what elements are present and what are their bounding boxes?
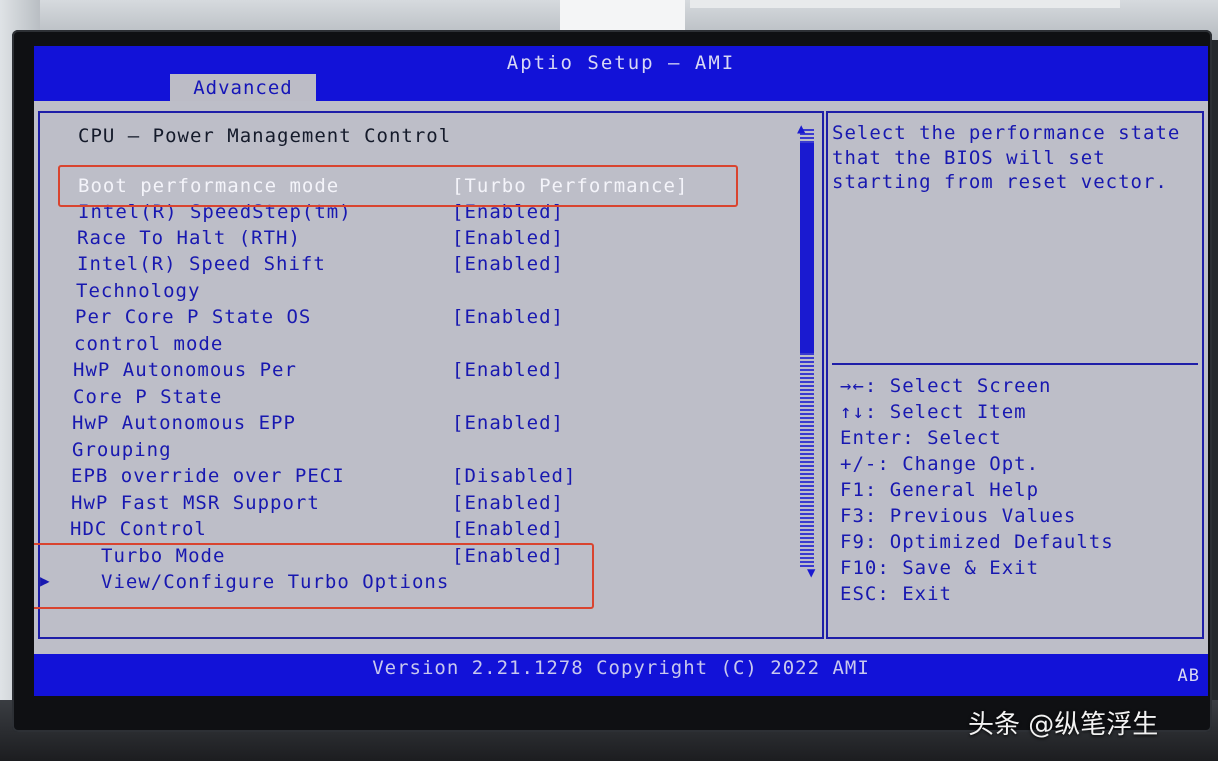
scrollbar-thumb[interactable] <box>800 143 814 353</box>
setting-value[interactable]: [Enabled] <box>452 359 564 381</box>
watermark: 头条 @纵笔浮生 <box>968 710 1159 740</box>
help-description: Select the performance state that the BI… <box>832 122 1181 193</box>
setting-speed-shift[interactable]: Intel(R) Speed Shift [Enabled] <box>34 253 814 279</box>
bios-screen: Aptio Setup – AMI Advanced CPU – Power M… <box>34 46 1208 696</box>
key-f10: F10: Save & Exit <box>840 557 1040 579</box>
setting-value[interactable]: [Enabled] <box>452 412 564 434</box>
setting-hwp-autonomous-per[interactable]: HwP Autonomous Per [Enabled] <box>34 359 814 385</box>
key-change-opt: +/-: Change Opt. <box>840 453 1040 475</box>
lamp-arm <box>690 0 1120 8</box>
bios-title: Aptio Setup – AMI <box>506 52 736 74</box>
setting-hwp-autonomous-per-cont: Core P State <box>34 386 814 412</box>
highlight-box-turbo <box>34 543 594 609</box>
key-enter: Enter: Select <box>840 427 1002 449</box>
setting-speed-shift-cont: Technology <box>34 280 814 306</box>
setting-label: HwP Fast MSR Support <box>71 492 320 514</box>
setting-hwp-autonomous-epp[interactable]: HwP Autonomous EPP [Enabled] <box>34 412 814 438</box>
setting-label: Intel(R) Speed Shift <box>77 253 326 275</box>
section-title: CPU – Power Management Control <box>78 125 452 147</box>
key-f3: F3: Previous Values <box>840 505 1077 527</box>
help-panel: Select the performance state that the BI… <box>826 111 1204 639</box>
setting-label: Race To Halt (RTH) <box>77 227 301 249</box>
setting-hwp-fast-msr[interactable]: HwP Fast MSR Support [Enabled] <box>34 492 814 518</box>
setting-value[interactable]: [Enabled] <box>452 253 564 275</box>
setting-label-continued: control mode <box>74 333 224 355</box>
version-text: Version 2.21.1278 Copyright (C) 2022 AMI <box>372 657 870 679</box>
setting-label: Per Core P State OS <box>75 306 312 328</box>
setting-label-continued: Core P State <box>73 386 223 408</box>
setting-label-continued: Technology <box>76 280 201 302</box>
setting-race-to-halt[interactable]: Race To Halt (RTH) [Enabled] <box>34 227 814 253</box>
main-panel: CPU – Power Management Control Boot perf… <box>34 101 1208 654</box>
setting-epb-override[interactable]: EPB override over PECI [Disabled] <box>34 465 814 491</box>
setting-value[interactable]: [Disabled] <box>452 465 576 487</box>
key-select-item: ↑↓: Select Item <box>840 401 1027 423</box>
scroll-down-arrow-icon[interactable]: ▼ <box>807 565 815 581</box>
help-divider <box>832 363 1198 365</box>
setting-hwp-autonomous-epp-cont: Grouping <box>34 439 814 465</box>
key-f9: F9: Optimized Defaults <box>840 531 1114 553</box>
setting-per-core-p-state-cont: control mode <box>34 333 814 359</box>
setting-per-core-p-state[interactable]: Per Core P State OS [Enabled] <box>34 306 814 332</box>
tab-advanced[interactable]: Advanced <box>170 74 316 101</box>
setting-hdc-control[interactable]: HDC Control [Enabled] <box>34 518 814 544</box>
key-legend: →←: Select Screen ↑↓: Select Item Enter:… <box>840 375 1114 609</box>
footer: Version 2.21.1278 Copyright (C) 2022 AMI… <box>34 654 1208 696</box>
key-esc: ESC: Exit <box>840 583 952 605</box>
key-f1: F1: General Help <box>840 479 1040 501</box>
status-badge: AB <box>1177 666 1200 686</box>
setting-value[interactable]: [Enabled] <box>452 227 564 249</box>
key-select-screen: →←: Select Screen <box>840 375 1052 397</box>
setting-value[interactable]: [Enabled] <box>452 492 564 514</box>
setting-label: HwP Autonomous Per <box>73 359 297 381</box>
setting-label: HwP Autonomous EPP <box>72 412 296 434</box>
setting-label: HDC Control <box>70 518 207 540</box>
setting-label: EPB override over PECI <box>71 465 345 487</box>
highlight-box-boot-mode <box>58 165 738 207</box>
setting-label-continued: Grouping <box>72 439 172 461</box>
scroll-up-arrow-icon[interactable]: ▲ <box>797 121 805 137</box>
setting-value[interactable]: [Enabled] <box>452 518 564 540</box>
setting-value[interactable]: [Enabled] <box>452 306 564 328</box>
